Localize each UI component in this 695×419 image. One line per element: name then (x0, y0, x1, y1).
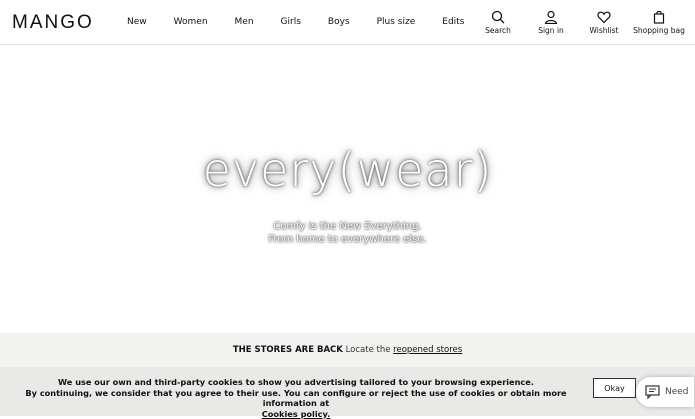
help-chat-button[interactable]: Need (636, 377, 694, 407)
shopping-bag-button[interactable]: Shopping bag (632, 10, 686, 35)
help-label: Need (665, 387, 689, 397)
user-icon (544, 10, 558, 24)
stores-banner: THE STORES ARE BACK Locate the reopened … (0, 333, 695, 367)
nav-girls[interactable]: Girls (281, 17, 301, 27)
search-label: Search (485, 26, 511, 35)
heart-icon (597, 10, 611, 24)
sign-in-label: Sign in (538, 26, 564, 35)
cookie-line2: By continuing, we consider that you agre… (4, 388, 588, 409)
nav-new[interactable]: New (127, 17, 147, 27)
chat-icon (645, 385, 660, 399)
nav-edits[interactable]: Edits (442, 17, 464, 27)
nav-men[interactable]: Men (235, 17, 254, 27)
hero-title: every(wear) (0, 143, 695, 197)
shopping-bag-label: Shopping bag (633, 26, 685, 35)
sign-in-button[interactable]: Sign in (533, 10, 569, 35)
main-nav: New Women Men Girls Boys Plus size Edits (127, 17, 491, 27)
cookie-message: We use our own and third-party cookies t… (4, 377, 588, 419)
site-header: MANGO New Women Men Girls Boys Plus size… (0, 0, 695, 45)
cookies-policy-link[interactable]: Cookies policy. (4, 409, 588, 419)
cookie-line1: We use our own and third-party cookies t… (4, 377, 588, 388)
reopened-stores-link[interactable]: reopened stores (393, 345, 462, 355)
wishlist-label: Wishlist (589, 26, 618, 35)
hero-subtitle: Comfy is the New Everything. From home t… (0, 220, 695, 246)
cookie-banner: We use our own and third-party cookies t… (0, 367, 695, 416)
bag-icon (652, 10, 666, 24)
hero-banner[interactable]: every(wear) Comfy is the New Everything.… (0, 45, 695, 333)
cookie-okay-button[interactable]: Okay (593, 378, 636, 398)
hero-subtitle-line2: From home to everywhere else. (0, 233, 695, 246)
search-button[interactable]: Search (482, 10, 514, 35)
wishlist-button[interactable]: Wishlist (587, 10, 621, 35)
nav-women[interactable]: Women (174, 17, 208, 27)
header-tools: Search Sign in Wishlist Shopping bag (474, 10, 692, 40)
nav-boys[interactable]: Boys (328, 17, 350, 27)
hero-subtitle-line1: Comfy is the New Everything. (0, 220, 695, 233)
nav-plus-size[interactable]: Plus size (377, 17, 416, 27)
search-icon (491, 10, 505, 24)
mango-logo[interactable]: MANGO (12, 12, 94, 34)
stores-text: Locate the (346, 345, 391, 355)
stores-heading: THE STORES ARE BACK (233, 345, 343, 355)
